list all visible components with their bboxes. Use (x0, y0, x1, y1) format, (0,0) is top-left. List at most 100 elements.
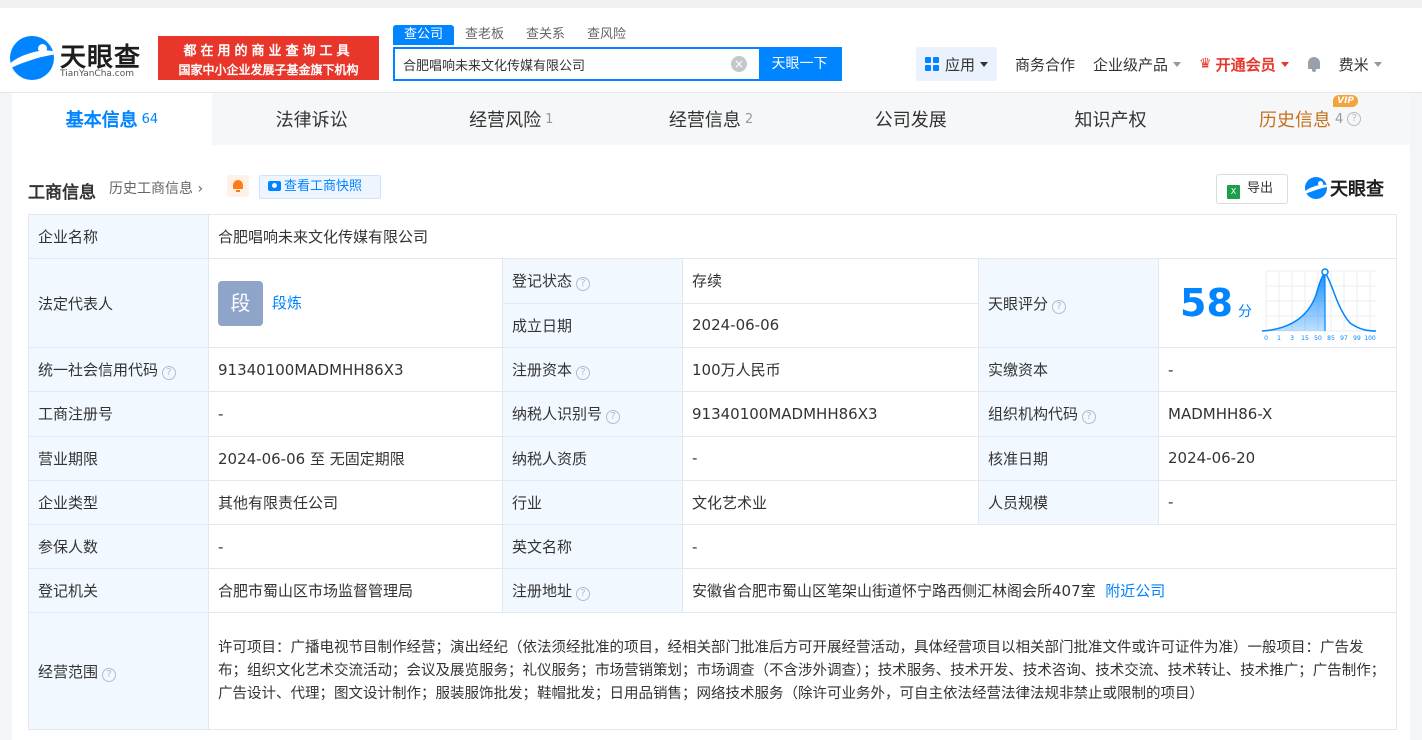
table-row: 参保人数 - 英文名称 - (28, 523, 1398, 570)
business-info-table: 企业名称 合肥唱响未来文化传媒有限公司 法定代表人 段段炼 登记状态? 存续 天… (28, 213, 1398, 731)
score-cell[interactable]: 58 分 0 1 3 15 50 85 97 99 100 (1157, 258, 1398, 349)
address-cell: 安徽省合肥市蜀山区笔架山街道怀宁路西侧汇林阁会所407室 附近公司 (681, 568, 1398, 614)
search-button[interactable]: 天眼一下 (759, 49, 840, 79)
avatar[interactable]: 段 (218, 280, 263, 326)
chevron-down-icon (1373, 61, 1382, 67)
reg-capital-label-text: 注册资本 (512, 361, 573, 380)
insured-label: 参保人数 (28, 523, 209, 570)
search-type-tabs: 查公司 查老板 查关系 查风险 (393, 25, 637, 45)
address-value: 安徽省合肥市蜀山区笔架山街道怀宁路西侧汇林阁会所407室 (692, 582, 1096, 601)
score-tick-label: 3 (1290, 335, 1294, 342)
tab-label: 经营风险 (469, 110, 542, 131)
tab-basic-info[interactable]: 基本信息 64 (12, 93, 212, 145)
help-icon[interactable]: ? (1052, 299, 1067, 314)
tab-operation-risk[interactable]: 经营风险 1 (411, 93, 611, 145)
tab-label: 经营信息 (668, 110, 741, 131)
snapshot-button-label: 查看工商快照 (284, 179, 363, 194)
chevron-down-icon (1280, 61, 1289, 67)
help-icon[interactable]: ? (1347, 112, 1362, 126)
search-tab-relation[interactable]: 查关系 (515, 25, 576, 45)
help-icon[interactable]: ? (576, 366, 591, 381)
tab-count: 1 (545, 111, 554, 127)
main-panel: 基本信息 64 法律诉讼 经营风险 1 经营信息 2 公司发展 知识产权 历史信息 4?… (12, 93, 1410, 740)
app-menu[interactable]: 应用 (916, 47, 998, 81)
reg-status-label: 登记状态? (502, 258, 683, 304)
site-logo[interactable]: 天眼查 TianYanCha.com (10, 36, 152, 80)
grid-icon (925, 57, 939, 71)
snapshot-button[interactable]: 查看工商快照 (259, 175, 381, 199)
table-row: 企业名称 合肥唱响未来文化传媒有限公司 (28, 213, 1398, 260)
taxpayer-qual-label: 纳税人资质 (502, 435, 683, 481)
scope-label-text: 经营范围 (38, 662, 99, 681)
help-icon[interactable]: ? (102, 667, 117, 682)
tab-operation-info[interactable]: 经营信息 2 (611, 93, 811, 145)
slogan-banner[interactable]: 都在用的商业查询工具 国家中小企业发展子基金旗下机构 (158, 36, 379, 80)
score-tick-label: 0 (1264, 335, 1268, 342)
tab-label: 法律诉讼 (275, 110, 348, 131)
help-icon[interactable]: ? (576, 587, 591, 602)
business-cooperation-link[interactable]: 商务合作 (1015, 54, 1075, 75)
nearby-companies-link[interactable]: 附近公司 (1105, 582, 1165, 600)
tab-development[interactable]: 公司发展 (811, 93, 1011, 145)
taxpayer-qual-value: - (682, 435, 979, 481)
vip-menu-label: 开通会员 (1215, 55, 1276, 74)
search-input[interactable] (395, 49, 731, 79)
paid-capital-label: 实缴资本 (978, 347, 1159, 393)
term-value: 2024-06-06 至 无固定期限 (208, 435, 503, 481)
help-icon[interactable]: ? (1082, 410, 1097, 425)
logo-mark-icon (1305, 177, 1327, 199)
search-tab-company[interactable]: 查公司 (393, 25, 455, 45)
scope-label: 经营范围? (28, 612, 209, 731)
vip-badge: VIP (1333, 95, 1359, 107)
table-row: 登记机关 合肥市蜀山区市场监督管理局 注册地址? 安徽省合肥市蜀山区笔架山街道怀… (28, 568, 1398, 614)
taxpayer-id-label: 纳税人识别号? (502, 391, 683, 437)
export-button[interactable]: X 导出 (1216, 174, 1288, 204)
table-row: 企业类型 其他有限责任公司 行业 文化艺术业 人员规模 - (28, 479, 1398, 525)
brand-watermark: 天眼查 (1305, 175, 1384, 201)
search-tab-boss[interactable]: 查老板 (454, 25, 515, 45)
tab-count: 64 (141, 111, 159, 127)
user-menu[interactable]: 费米 (1339, 54, 1382, 75)
address-label-text: 注册地址 (512, 582, 573, 601)
clear-search-icon[interactable]: × (731, 56, 747, 72)
brand-name: 天眼查 (1330, 179, 1384, 200)
company-name-label: 企业名称 (28, 213, 209, 260)
tab-ip[interactable]: 知识产权 (1011, 93, 1211, 145)
search-tab-risk[interactable]: 查风险 (576, 25, 637, 45)
history-business-link[interactable]: 历史工商信息 › (109, 178, 203, 198)
notification-bell-icon[interactable] (1307, 56, 1321, 72)
authority-value: 合肥市蜀山区市场监督管理局 (208, 568, 503, 614)
monitor-bell-icon[interactable] (227, 175, 249, 197)
industry-value: 文化艺术业 (682, 479, 979, 525)
reg-no-label: 工商注册号 (28, 391, 209, 437)
insured-value: - (208, 523, 503, 570)
company-name-value: 合肥唱响未来文化传媒有限公司 (207, 213, 1398, 260)
tab-history[interactable]: 历史信息 4? VIP (1210, 93, 1410, 145)
address-label: 注册地址? (502, 568, 683, 614)
reg-capital-label: 注册资本? (502, 347, 683, 393)
english-name-value: - (681, 523, 1398, 570)
legal-rep-link[interactable]: 段炼 (272, 294, 302, 312)
tab-legal[interactable]: 法律诉讼 (212, 93, 412, 145)
tab-label: 知识产权 (1074, 110, 1147, 131)
status-badge: 存续 (682, 258, 979, 304)
company-type-label: 企业类型 (28, 479, 209, 525)
vip-menu[interactable]: ♛ 开通会员 (1199, 54, 1289, 75)
table-row: 营业期限 2024-06-06 至 无固定期限 纳税人资质 - 核准日期 202… (28, 435, 1398, 481)
industry-label: 行业 (502, 479, 683, 525)
slogan-line-1: 都在用的商业查询工具 (183, 44, 354, 59)
help-icon[interactable]: ? (576, 277, 591, 292)
enterprise-products-menu[interactable]: 企业级产品 (1093, 54, 1182, 75)
legal-rep-cell: 段段炼 (208, 258, 503, 349)
tab-count: 2 (744, 111, 754, 127)
paid-capital-value: - (1157, 347, 1398, 393)
company-type-value: 其他有限责任公司 (208, 479, 503, 525)
help-icon[interactable]: ? (606, 410, 621, 425)
staff-size-value: - (1157, 479, 1398, 525)
crown-icon: ♛ (1199, 56, 1212, 72)
help-icon[interactable]: ? (162, 366, 177, 381)
term-label: 营业期限 (28, 435, 209, 481)
scope-value: 许可项目：广播电视节目制作经营；演出经纪（依法须经批准的项目，经相关部门批准后方… (207, 612, 1398, 731)
approval-date-label: 核准日期 (978, 435, 1159, 481)
credit-code-value: 91340100MADMHH86X3 (208, 347, 503, 393)
